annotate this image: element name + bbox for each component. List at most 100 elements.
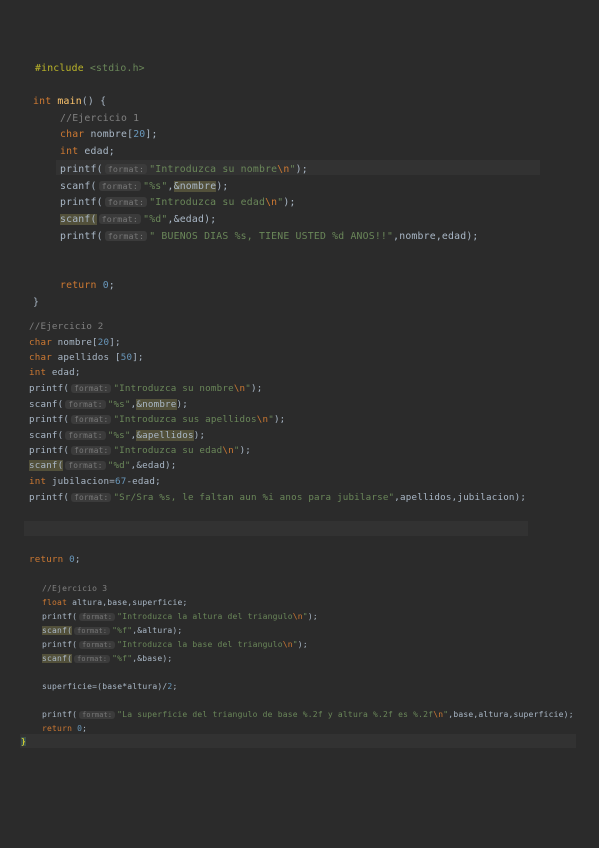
keyword: char xyxy=(29,337,52,348)
code-text: nombre[ xyxy=(51,337,98,348)
function-call: scanf( xyxy=(29,460,64,471)
highlighted-usage: &nombre xyxy=(173,181,217,192)
preprocessor-directive: #include xyxy=(35,63,84,74)
code-line-printf[interactable]: printf(format: "Introduzca la altura del … xyxy=(42,610,318,624)
code-line-include[interactable]: #include <stdio.h> xyxy=(35,62,145,76)
function-call: printf( xyxy=(42,710,78,719)
code-line-scanf[interactable]: scanf(format: "%s",&nombre); xyxy=(60,179,229,194)
string-literal: " BUENOS DIAS %s, TIENE USTED %d ANOS!!" xyxy=(149,231,394,242)
code-line-scanf[interactable]: scanf(format: "%f",&altura); xyxy=(42,624,182,638)
code-line-decl-char[interactable]: char nombre[20]; xyxy=(29,336,121,350)
code-line-scanf[interactable]: scanf(format: "%d",&edad); xyxy=(29,459,177,473)
keyword: return xyxy=(29,554,64,565)
current-line-highlight xyxy=(20,734,576,748)
function-call: printf( xyxy=(60,197,103,208)
code-text: ); xyxy=(176,399,188,410)
code-line-comment[interactable]: //Ejercicio 2 xyxy=(29,320,104,334)
code-text: ); xyxy=(307,612,318,621)
function-call: scanf( xyxy=(42,654,73,663)
function-call: printf( xyxy=(29,492,70,503)
keyword: return xyxy=(60,280,97,291)
number: 20 xyxy=(97,337,110,348)
code-text: altura,base,superficie; xyxy=(67,598,188,607)
code-text: ; xyxy=(74,554,81,565)
comment: //Ejercicio 2 xyxy=(29,321,104,332)
parameter-hint: format: xyxy=(71,415,112,424)
code-line-printf[interactable]: printf(format: "Introduzca la base del tr… xyxy=(42,638,308,652)
code-line-scanf[interactable]: scanf(format: "%f",&base); xyxy=(42,652,172,666)
code-text: ); xyxy=(216,181,229,192)
code-text: ,&altura); xyxy=(132,626,183,635)
code-text: ); xyxy=(273,414,286,425)
code-line-decl-int[interactable]: int edad; xyxy=(60,145,115,159)
parameter-hint: format: xyxy=(74,655,111,663)
function-call: printf( xyxy=(29,445,70,456)
escape-sequence: \n xyxy=(277,164,290,175)
code-line-close-brace[interactable]: } xyxy=(33,296,39,310)
keyword: return xyxy=(42,724,73,733)
code-text: ,base,altura,superficie); xyxy=(448,710,574,719)
code-text: -edad; xyxy=(126,476,161,487)
keyword: int xyxy=(29,476,47,487)
highlighted-usage: &apellidos xyxy=(136,430,194,441)
string-literal: "%s" xyxy=(107,399,131,410)
code-line-comment[interactable]: //Ejercicio 3 xyxy=(42,582,107,596)
code-line-assignment[interactable]: superficie=(base*altura)/2; xyxy=(42,680,177,694)
code-line-decl-char[interactable]: char apellidos [50]; xyxy=(29,351,144,365)
code-editor[interactable]: #include <stdio.h> int main() { //Ejerci… xyxy=(0,0,599,848)
brace: } xyxy=(33,297,40,308)
code-text: () { xyxy=(81,96,107,107)
code-line-decl-int[interactable]: int edad; xyxy=(29,366,81,380)
code-text: apellidos [ xyxy=(51,352,121,363)
number: 50 xyxy=(120,352,133,363)
keyword: int xyxy=(60,146,79,157)
code-line-close-brace[interactable]: } xyxy=(21,735,27,749)
code-line-decl-char[interactable]: char nombre[20]; xyxy=(60,128,158,142)
code-line-printf[interactable]: printf(format: "Introduzca sus apellidos\… xyxy=(29,413,285,427)
code-text: ); xyxy=(297,640,308,649)
code-line-scanf[interactable]: scanf(format: "%s",&apellidos); xyxy=(29,429,205,443)
code-text: ]; xyxy=(145,129,158,140)
code-text: ; xyxy=(108,280,115,291)
code-line-printf[interactable]: printf(format: "Introduzca su edad\n"); xyxy=(60,195,296,210)
function-call: printf( xyxy=(60,231,103,242)
escape-sequence: \n xyxy=(433,710,444,719)
code-line-return[interactable]: return 0; xyxy=(42,722,87,736)
escape-sequence: \n xyxy=(265,197,278,208)
code-text: ; xyxy=(172,682,178,691)
code-text: edad; xyxy=(78,146,115,157)
code-line-printf[interactable]: printf(format: "Introduzca su nombre\n"); xyxy=(29,382,262,396)
code-line-scanf[interactable]: scanf(format: "%d",&edad); xyxy=(60,212,216,227)
code-line-return[interactable]: return 0; xyxy=(29,553,81,567)
parameter-hint: format: xyxy=(65,400,106,409)
parameter-hint: format: xyxy=(104,164,148,174)
string-literal: "%s" xyxy=(143,181,168,192)
function-call: printf( xyxy=(29,383,70,394)
code-line-comment[interactable]: //Ejercicio 1 xyxy=(60,112,139,126)
string-literal: "%f" xyxy=(112,654,133,663)
code-line-return[interactable]: return 0; xyxy=(60,279,115,293)
string-literal: "Introduzca sus apellidos xyxy=(113,414,257,425)
code-line-main[interactable]: int main() { xyxy=(33,95,106,109)
code-line-decl-int[interactable]: int jubilacion=67-edad; xyxy=(29,475,161,489)
code-line-printf[interactable]: printf(format: "Sr/Sra %s, le faltan aun … xyxy=(29,491,526,505)
code-text: ); xyxy=(283,197,296,208)
matched-brace: } xyxy=(21,737,27,746)
code-text: ,apellidos,jubilacion); xyxy=(394,492,527,503)
code-line-scanf[interactable]: scanf(format: "%s",&nombre); xyxy=(29,398,188,412)
function-call: printf( xyxy=(60,164,103,175)
code-line-printf[interactable]: printf(format: "Introduzca su edad\n"); xyxy=(29,444,251,458)
string-literal: "Introduzca su nombre xyxy=(113,383,234,394)
function-name: main xyxy=(51,96,82,107)
comment: //Ejercicio 1 xyxy=(60,113,140,124)
code-line-printf[interactable]: printf(format: " BUENOS DIAS %s, TIENE US… xyxy=(60,229,479,244)
string-literal: "%f" xyxy=(112,626,133,635)
code-line-printf[interactable]: printf(format: "La superficie del triangu… xyxy=(42,708,574,722)
code-text: ,&base); xyxy=(132,654,173,663)
parameter-hint: format: xyxy=(98,181,142,191)
code-line-decl-float[interactable]: float altura,base,superficie; xyxy=(42,596,188,610)
code-line-printf[interactable]: printf(format: "Introduzca su nombre\n"); xyxy=(60,162,308,177)
code-text: nombre[ xyxy=(84,129,134,140)
code-text: ); xyxy=(251,383,263,394)
function-call: printf( xyxy=(42,640,78,649)
